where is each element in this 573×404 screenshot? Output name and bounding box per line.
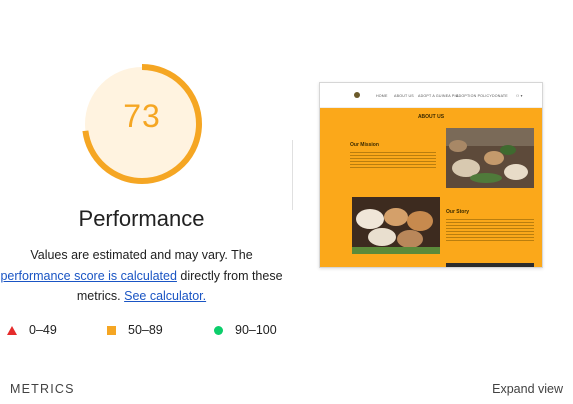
nav-link-home: HOME bbox=[376, 94, 388, 98]
description-line1: Values are estimated and may vary. The bbox=[30, 248, 253, 262]
nav-link-adopt: ADOPT A GUINEA PIG bbox=[418, 94, 459, 98]
description-line2: directly from these bbox=[176, 268, 283, 283]
story-text bbox=[446, 219, 534, 243]
description-line3: metrics. bbox=[76, 289, 125, 303]
site-logo-icon bbox=[354, 92, 360, 98]
story-title: Our Story bbox=[446, 209, 470, 215]
guinea-pigs-photo-2 bbox=[352, 197, 440, 254]
site-nav: HOME ABOUT US ADOPT A GUINEA PIG ADOPTIO… bbox=[320, 83, 542, 108]
site-heading: ABOUT US bbox=[417, 114, 445, 120]
score-description: Values are estimated and may vary. The p… bbox=[0, 245, 283, 307]
site-body: ABOUT US Our Mission Our Story bbox=[320, 108, 542, 267]
nav-link-policy: ADOPTION POLICY bbox=[456, 94, 492, 98]
metrics-heading: METRICS bbox=[10, 382, 75, 396]
next-section-strip bbox=[446, 263, 534, 267]
score-value: 73 bbox=[123, 98, 161, 134]
mission-text bbox=[350, 152, 436, 169]
final-screenshot: HOME ABOUT US ADOPT A GUINEA PIG ADOPTIO… bbox=[319, 82, 543, 268]
mission-title: Our Mission bbox=[350, 142, 379, 148]
square-icon bbox=[107, 325, 116, 335]
legend-range-pass: 90–100 bbox=[235, 323, 277, 337]
guinea-pigs-photo-1 bbox=[446, 128, 534, 188]
expand-view-button[interactable]: Expand view bbox=[492, 382, 563, 396]
cart-icon: ⚇ ▾ bbox=[516, 94, 523, 98]
legend-item-pass: 90–100 bbox=[214, 322, 277, 338]
score-calculated-link[interactable]: performance score is calculated bbox=[0, 269, 176, 283]
legend-range-fail: 0–49 bbox=[29, 323, 57, 337]
nav-link-donate: DONATE bbox=[492, 94, 508, 98]
nav-link-about: ABOUT US bbox=[394, 94, 414, 98]
legend-item-average: 50–89 bbox=[107, 322, 163, 338]
circle-icon bbox=[214, 325, 223, 335]
legend-item-fail: 0–49 bbox=[7, 322, 57, 338]
category-title: Performance bbox=[78, 206, 205, 231]
triangle-icon bbox=[7, 325, 17, 335]
see-calculator-link[interactable]: See calculator. bbox=[124, 289, 206, 303]
divider bbox=[292, 140, 293, 210]
legend-range-average: 50–89 bbox=[128, 323, 163, 337]
